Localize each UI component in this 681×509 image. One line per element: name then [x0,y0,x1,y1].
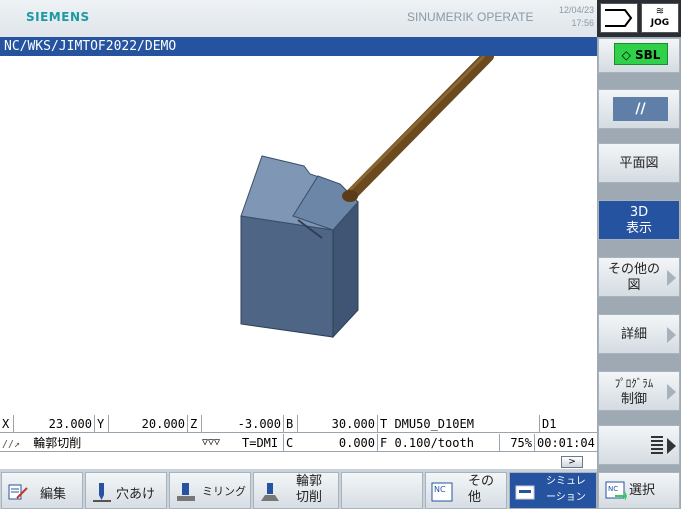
mode-panel: ≋ JOG [597,0,681,37]
contour-icon [261,483,279,501]
softkey-parallel[interactable]: // [598,89,680,129]
tool-name: T DMU50_D10EM [378,415,540,433]
t-field: T=DMI [240,434,284,452]
elapsed-time: 00:01:04 [537,436,595,450]
b-label: B [284,415,298,433]
z-value: -3.000 [202,415,284,433]
simulation-scene [240,56,494,339]
feed-override: 75% [500,434,535,452]
channel-icon [605,9,633,27]
status-panel: X 23.000 Y 20.000 Z -3.000 B 30.000 T DM… [0,415,597,455]
y-value: 20.000 [109,415,188,433]
drill-icon [93,483,111,502]
milling-icon [177,483,195,501]
jog-mode-button[interactable]: ≋ JOG [641,3,679,33]
nc-icon: NC [431,482,453,502]
block-arrows: ▽▽▽ [202,437,221,448]
channel-switch-button[interactable] [600,3,638,33]
block-row: //↗ 輪郭切削 ▽▽▽ T=DMI C 0.000 F 0.100/tooth… [0,434,597,452]
y-label: Y [95,415,109,433]
softkey-plan-view[interactable]: 平面図 [598,143,680,183]
softkey-more[interactable] [598,425,680,465]
sbl-badge: ◇ SBL [614,43,668,65]
svg-text:NC: NC [608,485,618,493]
tool-shank-highlight [348,56,486,192]
softkey-milling[interactable]: ミリング [169,472,251,509]
x-value: 23.000 [14,415,95,433]
softkey-drilling[interactable]: 穴あけ [85,472,167,509]
softkey-contour-milling[interactable]: 輪郭切削 [253,472,339,509]
arrow-right-icon [667,438,676,454]
status-footer: > [0,455,597,469]
softkey-select[interactable]: NC 選択 [598,472,680,509]
c-label: C [286,436,294,450]
svg-text:NC: NC [434,485,446,494]
current-block: //↗ 輪郭切削 [2,436,82,450]
feed-rate: F 0.100/tooth [378,434,500,452]
softkey-other[interactable]: NC その他 [425,472,507,509]
parallel-badge: // [613,97,668,121]
nc-select-icon: NC [605,481,627,501]
tool-tip [342,190,358,202]
softkey-sbl[interactable]: ◇ SBL [598,38,680,73]
block-arrow-icon: //↗ [2,439,21,450]
c-value: 0.000 [298,434,378,452]
arrow-right-icon [667,327,676,343]
arrow-right-icon [667,384,676,400]
d-number: D1 [542,417,557,431]
workpiece-front-face [240,215,334,338]
tool-shank [346,56,494,200]
jog-icon: ≋ [655,6,665,17]
softkey-3d-view[interactable]: 3D 表示 [598,200,680,240]
softkey-edit[interactable]: 編集 [1,472,83,509]
z-label: Z [188,415,202,433]
softkey-empty-5[interactable] [341,472,423,509]
softkey-simulation[interactable]: シミュレーション [509,472,597,509]
program-path: NC/WKS/JIMTOF2022/DEMO [0,37,597,56]
x-label: X [0,415,14,433]
simulation-icon [515,485,535,500]
brand-logo: SIEMENS [26,10,90,24]
date-text: 12/04/23 [558,5,594,15]
expand-button[interactable]: > [561,456,583,468]
axis-row: X 23.000 Y 20.000 Z -3.000 B 30.000 T DM… [0,415,597,433]
softkey-program-control[interactable]: ﾌﾟﾛｸﾞﾗﾑ 制御 [598,371,680,411]
title-bar: SIEMENS SINUMERIK OPERATE 12/04/23 17:56 [0,0,597,37]
more-icon [651,436,663,454]
product-name: SINUMERIK OPERATE [407,10,534,24]
horizontal-softkey-bar: 編集 穴あけ ミリング 輪郭切削 NC その他 シミュレーション [0,469,597,509]
simulation-viewport[interactable] [0,56,597,415]
time-text: 17:56 [571,18,594,28]
softkey-details[interactable]: 詳細 [598,314,680,354]
datetime: 12/04/23 17:56 [548,4,594,30]
vertical-softkey-bar: ≋ JOG ◇ SBL // 平面図 3D 表示 その他の 図 詳細 ﾌﾟﾛｸﾞ… [597,0,681,509]
b-value: 30.000 [298,415,378,433]
arrow-right-icon [667,270,676,286]
sbl-icon: ◇ [621,48,631,62]
jog-label: JOG [650,18,670,28]
softkey-other-views[interactable]: その他の 図 [598,257,680,297]
edit-icon [8,484,28,500]
